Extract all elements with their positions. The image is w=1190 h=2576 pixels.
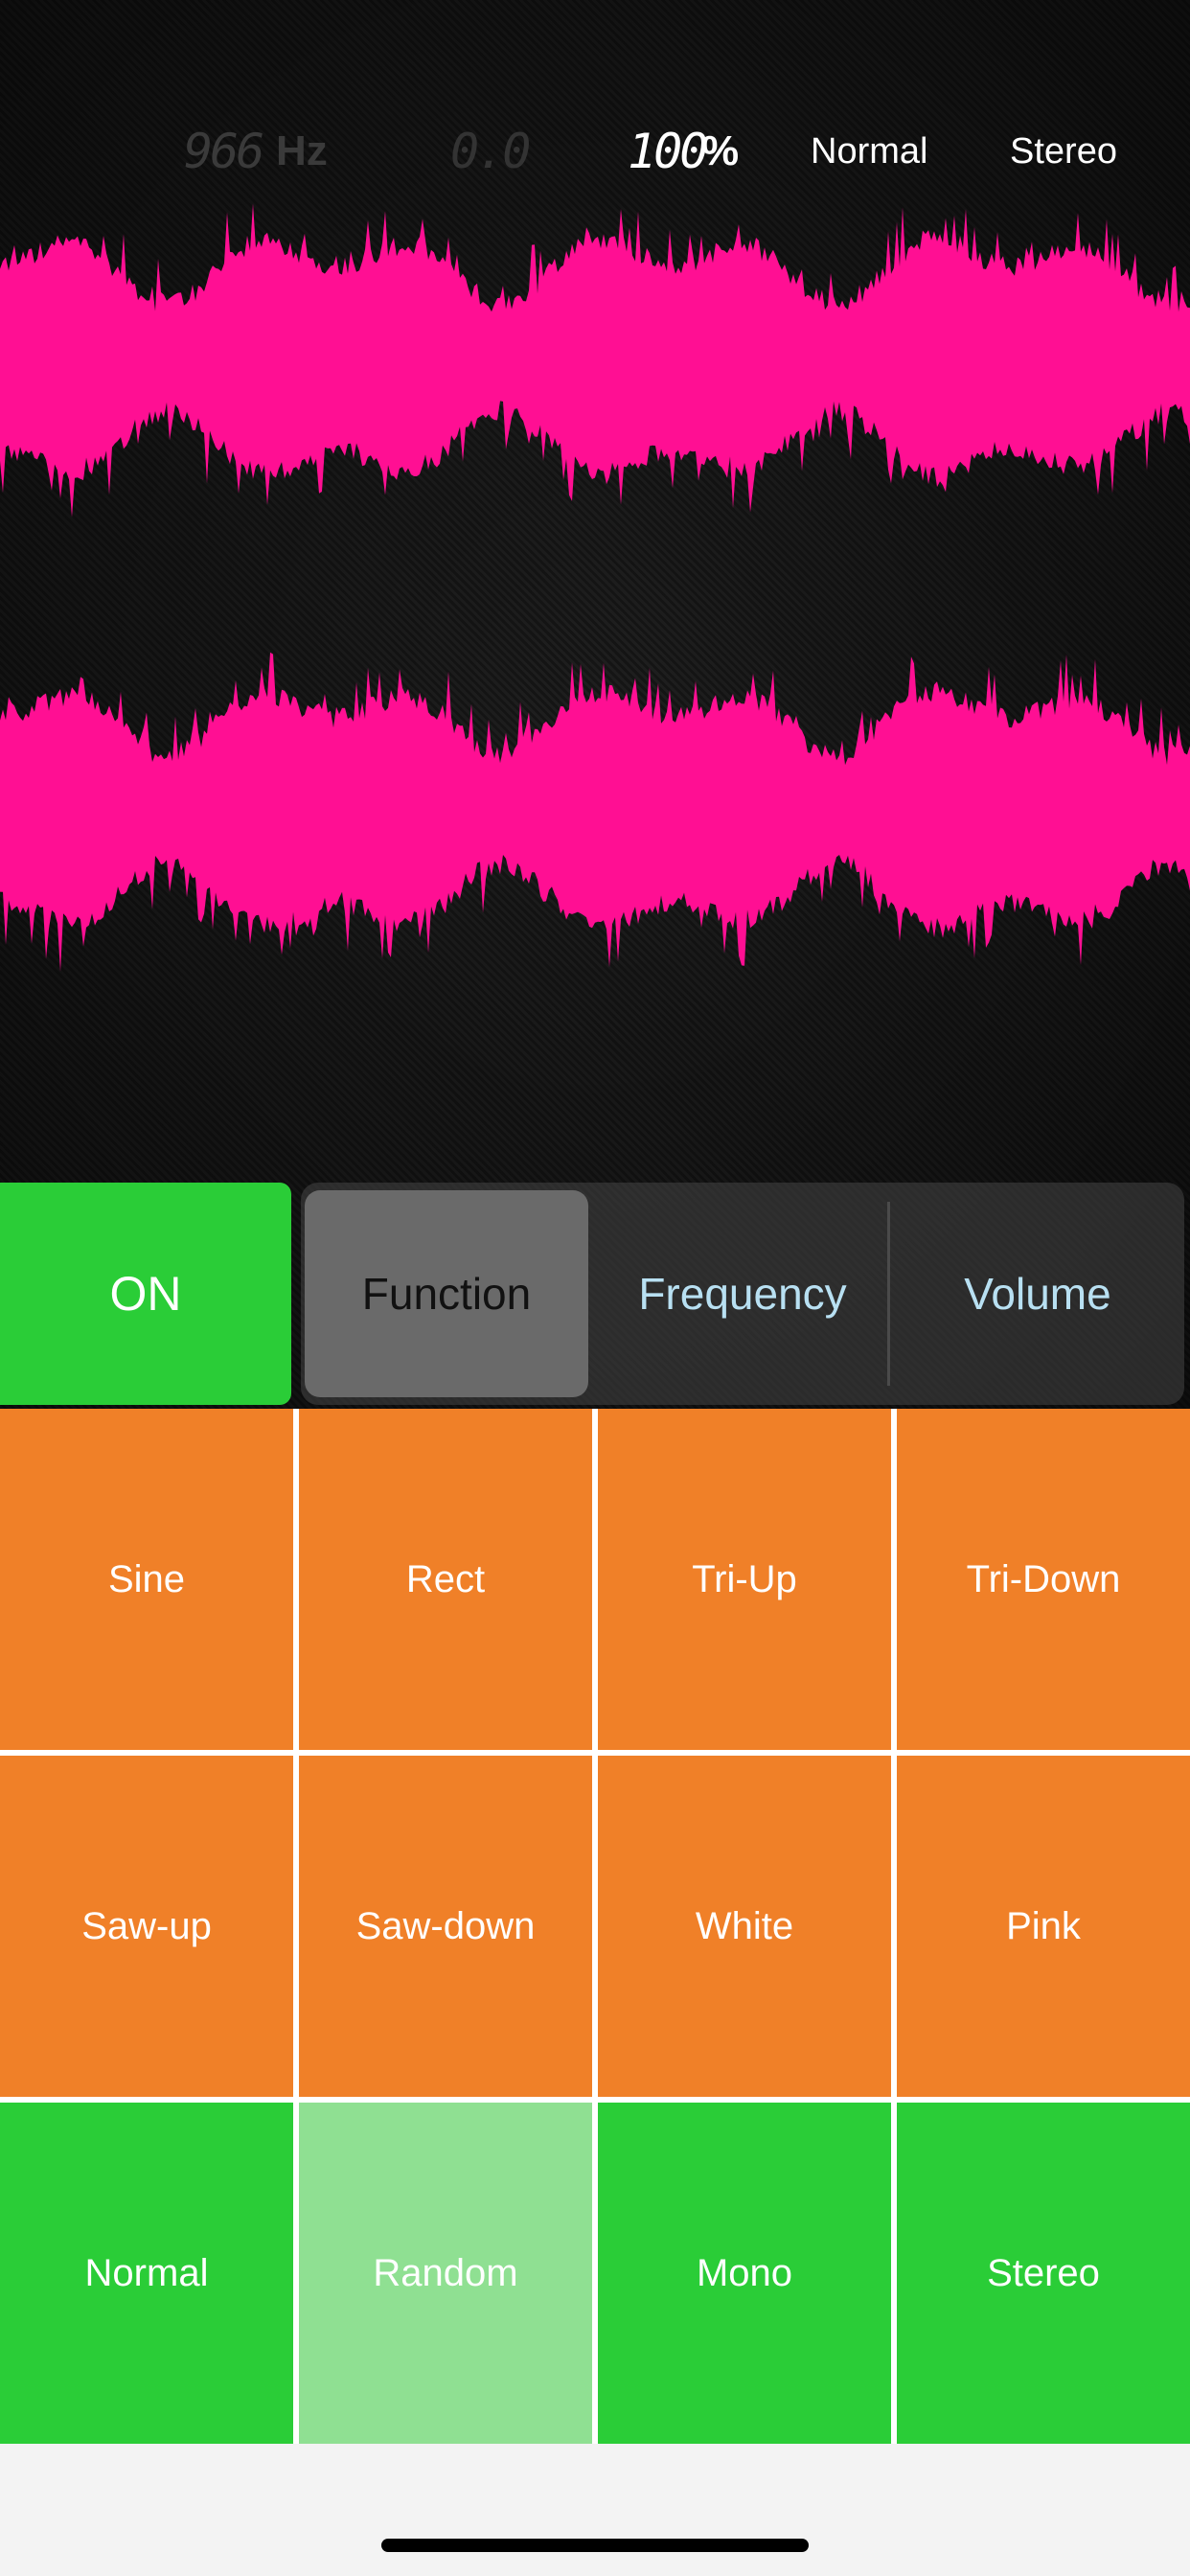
sine-button[interactable]: Sine (0, 1409, 293, 1750)
normal-button[interactable]: Normal (0, 2103, 293, 2444)
volume-unit: % (701, 127, 740, 174)
pink-noise-button[interactable]: Pink (897, 1756, 1190, 2097)
stereo-button[interactable]: Stereo (897, 2103, 1190, 2444)
tab-frequency[interactable]: Frequency (596, 1183, 889, 1405)
home-indicator[interactable] (381, 2539, 809, 2552)
tri-up-button[interactable]: Tri-Up (598, 1409, 891, 1750)
waveform-left-channel (0, 203, 1190, 518)
random-button[interactable]: Random (299, 2103, 592, 2444)
mode-segmented-control: Function Frequency Volume (301, 1183, 1184, 1405)
tab-function[interactable]: Function (305, 1190, 588, 1397)
mode-readout: Normal (811, 131, 928, 172)
waveform-envelope (0, 203, 1190, 518)
white-noise-button[interactable]: White (598, 1756, 891, 2097)
tab-divider (887, 1202, 890, 1386)
phase-readout: 0.0 (450, 124, 531, 179)
frequency-unit: Hz (276, 127, 328, 174)
waveform-right-channel (0, 652, 1190, 972)
frequency-readout: 966 (184, 124, 264, 179)
waveform (0, 203, 1190, 972)
channel-readout: Stereo (1010, 131, 1117, 172)
power-button[interactable]: ON (0, 1183, 291, 1405)
rect-button[interactable]: Rect (299, 1409, 592, 1750)
saw-down-button[interactable]: Saw-down (299, 1756, 592, 2097)
volume-readout: 100 (628, 124, 708, 179)
tri-down-button[interactable]: Tri-Down (897, 1409, 1190, 1750)
function-grid: Sine Rect Tri-Up Tri-Down Saw-up Saw-dow… (0, 1409, 1190, 2444)
saw-up-button[interactable]: Saw-up (0, 1756, 293, 2097)
mono-button[interactable]: Mono (598, 2103, 891, 2444)
bottom-safe-area (0, 2444, 1190, 2576)
waveform-envelope (0, 652, 1190, 972)
tab-volume[interactable]: Volume (891, 1183, 1184, 1405)
